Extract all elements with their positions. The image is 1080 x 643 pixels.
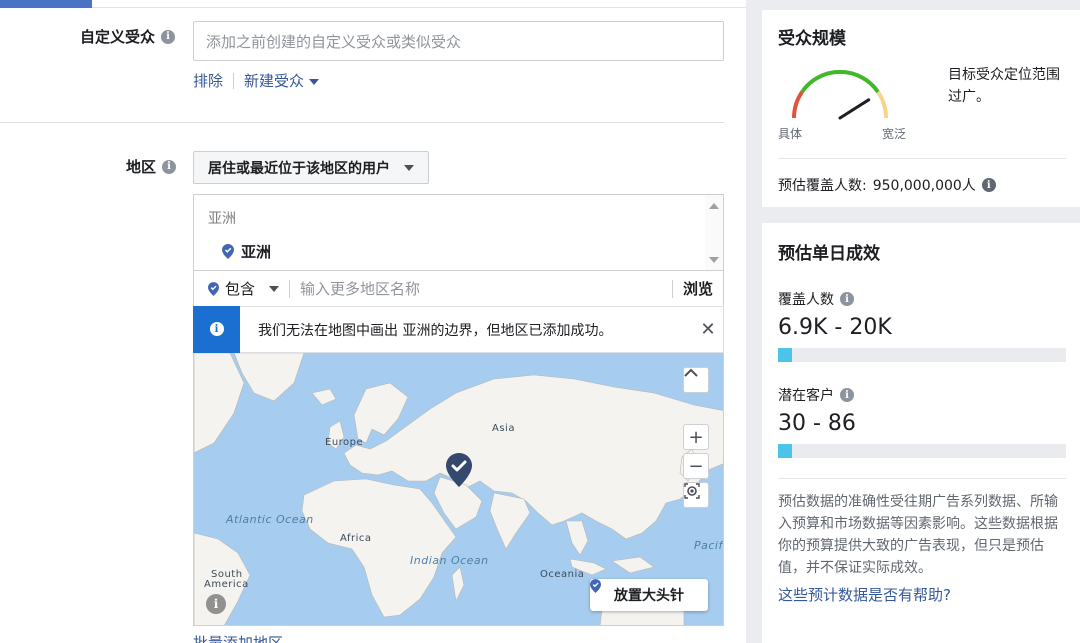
audience-size-card: 受众规模 具体 宽泛 目标受众定位范围过广。 预估覆盖人数: 950,000,0… xyxy=(762,10,1080,207)
leads-progress-fill xyxy=(778,444,793,458)
info-icon[interactable]: i xyxy=(981,178,996,192)
reach-progress-fill xyxy=(778,348,793,362)
reach-metric-value: 6.9K - 20K xyxy=(778,315,892,340)
create-audience-link[interactable]: 新建受众 xyxy=(244,70,320,91)
create-audience-text: 新建受众 xyxy=(244,72,305,90)
scroll-down-icon[interactable] xyxy=(709,257,719,263)
leads-metric-text: 潜在客户 xyxy=(778,388,834,404)
map-label-atlantic: Atlantic Ocean xyxy=(226,513,314,526)
map-label-america: America xyxy=(204,579,249,590)
chevron-down-icon xyxy=(404,164,414,171)
location-pin-icon xyxy=(222,244,234,259)
estimates-helpful-link[interactable]: 这些预计数据是否有帮助? xyxy=(778,584,951,605)
location-type-value: 居住或最近位于该地区的用户 xyxy=(208,160,390,177)
chevron-up-icon xyxy=(684,368,698,377)
info-icon[interactable]: i xyxy=(840,388,854,402)
location-pin-icon xyxy=(590,579,601,593)
location-pin-icon xyxy=(208,281,219,296)
custom-audience-label-text: 自定义受众 xyxy=(80,28,156,46)
info-icon[interactable]: i xyxy=(162,159,177,174)
include-value: 包含 xyxy=(225,280,256,298)
exclude-link[interactable]: 排除 xyxy=(193,70,223,91)
custom-audience-input[interactable]: 添加之前创建的自定义受众或类似受众 xyxy=(193,21,724,61)
gauge-broad-label: 宽泛 xyxy=(882,127,907,141)
tab-indicator xyxy=(0,0,746,8)
custom-audience-placeholder: 添加之前创建的自定义受众或类似受众 xyxy=(206,32,462,51)
scroll-up-icon[interactable] xyxy=(709,203,719,209)
chevron-down-icon xyxy=(269,285,280,292)
locate-me-button[interactable] xyxy=(683,482,709,508)
map-label-europe: Europe xyxy=(325,437,364,448)
potential-reach: 预估覆盖人数: 950,000,000人 i xyxy=(778,175,996,195)
audience-size-title: 受众规模 xyxy=(778,29,846,49)
zoom-in-button[interactable]: + xyxy=(683,424,709,450)
section-divider xyxy=(0,122,724,123)
audience-gauge xyxy=(791,69,889,120)
reach-metric-text: 覆盖人数 xyxy=(778,292,834,308)
info-icon[interactable]: i xyxy=(161,29,176,44)
map-notice: i 我们无法在地图中画出 亚洲的边界，但地区已添加成功。 ✕ xyxy=(193,305,724,353)
list-scrollbar[interactable] xyxy=(705,195,723,271)
map-collapse-button[interactable] xyxy=(683,367,709,393)
notice-icon-box: i xyxy=(193,305,240,353)
leads-progress-bar xyxy=(778,444,1066,458)
notice-text: 我们无法在地图中画出 亚洲的边界，但地区已添加成功。 xyxy=(258,322,613,339)
chevron-down-icon xyxy=(309,78,320,85)
estimate-disclaimer: 预估数据的准确性受往期广告系列数据、所输入预算和市场数据等因素影响。这些数据根据… xyxy=(778,494,1058,576)
custom-audience-label: 自定义受众 i xyxy=(80,26,176,47)
location-label-text: 地区 xyxy=(126,158,157,176)
reach-progress-bar xyxy=(778,348,1066,362)
location-type-dropdown[interactable]: 居住或最近位于该地区的用户 xyxy=(193,151,429,184)
gauge-specific-label: 具体 xyxy=(778,127,803,141)
map-label-africa: Africa xyxy=(340,533,372,544)
drop-pin-button[interactable]: 放置大头针 xyxy=(590,579,708,611)
card-divider xyxy=(778,478,1066,479)
bulk-add-locations-link[interactable]: 批量添加地区 xyxy=(193,632,283,643)
location-label: 地区 i xyxy=(126,156,177,177)
daily-results-title: 预估单日成效 xyxy=(778,244,880,264)
location-search-input[interactable]: 输入更多地区名称 xyxy=(290,278,672,299)
location-search-placeholder: 输入更多地区名称 xyxy=(300,280,421,298)
selected-location-text: 亚洲 xyxy=(241,243,272,261)
potential-reach-value: 950,000,000人 xyxy=(872,178,976,194)
potential-reach-label: 预估覆盖人数: xyxy=(778,178,867,194)
map-info-icon[interactable]: i xyxy=(206,594,226,614)
custom-audience-links: 排除 新建受众 xyxy=(193,70,320,91)
link-separator xyxy=(233,72,235,89)
drop-pin-label: 放置大头针 xyxy=(614,588,684,604)
card-divider xyxy=(778,158,1066,159)
info-icon: i xyxy=(209,322,224,336)
leads-metric-value: 30 - 86 xyxy=(778,411,856,436)
browse-button[interactable]: 浏览 xyxy=(673,278,723,299)
zoom-out-button[interactable]: − xyxy=(683,453,709,479)
info-icon[interactable]: i xyxy=(840,292,854,306)
gauge-needle xyxy=(838,98,871,120)
location-map[interactable]: Asia Europe Africa Oceania Atlantic Ocea… xyxy=(193,353,724,626)
close-icon[interactable]: ✕ xyxy=(693,319,723,340)
daily-results-card: 预估单日成效 覆盖人数 i 6.9K - 20K 潜在客户 i 30 - 86 … xyxy=(762,223,1080,643)
map-label-oceania: Oceania xyxy=(540,569,585,580)
map-label-asia: Asia xyxy=(492,423,515,434)
active-tab-accent xyxy=(0,0,92,8)
leads-metric-label: 潜在客户 i xyxy=(778,385,854,405)
reach-metric-label: 覆盖人数 i xyxy=(778,289,854,309)
targeting-panel: 自定义受众 i 添加之前创建的自定义受众或类似受众 排除 新建受众 地区 i 居… xyxy=(0,0,746,643)
location-search-row: 包含 输入更多地区名称 浏览 xyxy=(193,270,724,307)
map-label-indian: Indian Ocean xyxy=(410,554,489,567)
selected-location-item[interactable]: 亚洲 xyxy=(222,241,271,262)
include-dropdown[interactable]: 包含 xyxy=(194,278,289,299)
locate-icon xyxy=(684,483,700,499)
region-header: 亚洲 xyxy=(208,211,236,227)
map-label-pacific: Pacifi xyxy=(694,539,724,552)
audience-size-description: 目标受众定位范围过广。 xyxy=(948,67,1060,105)
selected-locations-list: 亚洲 亚洲 xyxy=(193,194,724,271)
